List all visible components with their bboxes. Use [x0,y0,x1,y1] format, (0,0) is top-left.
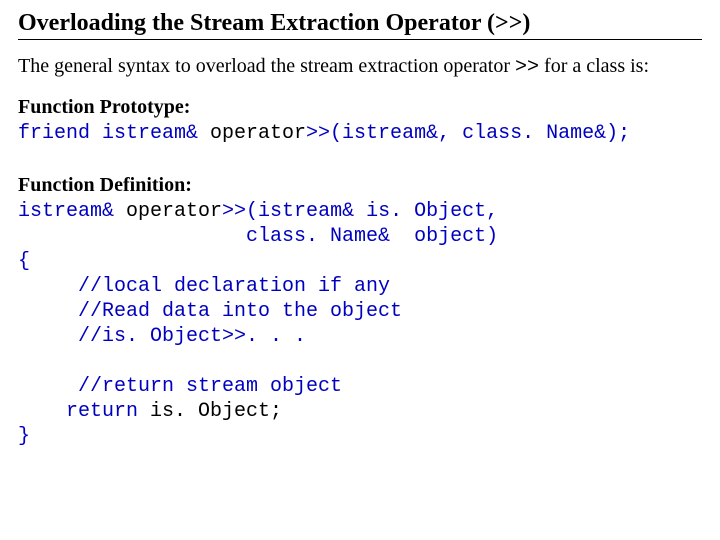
definition-code: istream& operator>>(istream& is. Object,… [18,199,702,449]
proto-operator-word: operator [210,122,306,145]
intro-operator-symbol: >> [515,56,539,79]
def-sig-line1-tail: >>(istream& is. Object, [222,200,498,223]
def-comment-isobject: //is. Object>>. . . [18,325,306,348]
def-comment-local-decl: //local declaration if any [18,275,390,298]
def-open-brace: { [18,250,30,273]
def-sig-line2: class. Name& object) [18,225,498,248]
def-close-brace: } [18,425,30,448]
spacer-1 [18,146,702,166]
prototype-code: friend istream& operator>>(istream&, cla… [18,121,702,146]
def-istream: istream& [18,200,126,223]
def-comment-return: //return stream object [18,375,342,398]
intro-part-b: for a class is: [539,55,649,77]
slide-page: Overloading the Stream Extraction Operat… [0,0,720,467]
proto-signature-tail: >>(istream&, class. Name&); [306,122,630,145]
def-return-value: is. Object; [150,400,282,423]
def-return-kw: return [18,400,150,423]
page-title: Overloading the Stream Extraction Operat… [18,10,702,40]
definition-label: Function Definition: [18,174,702,197]
intro-part-a: The general syntax to overload the strea… [18,55,515,77]
proto-friend-istream: friend istream& [18,122,210,145]
def-comment-read-data: //Read data into the object [18,300,402,323]
prototype-label: Function Prototype: [18,96,702,119]
intro-text: The general syntax to overload the strea… [18,54,702,80]
def-operator-word: operator [126,200,222,223]
